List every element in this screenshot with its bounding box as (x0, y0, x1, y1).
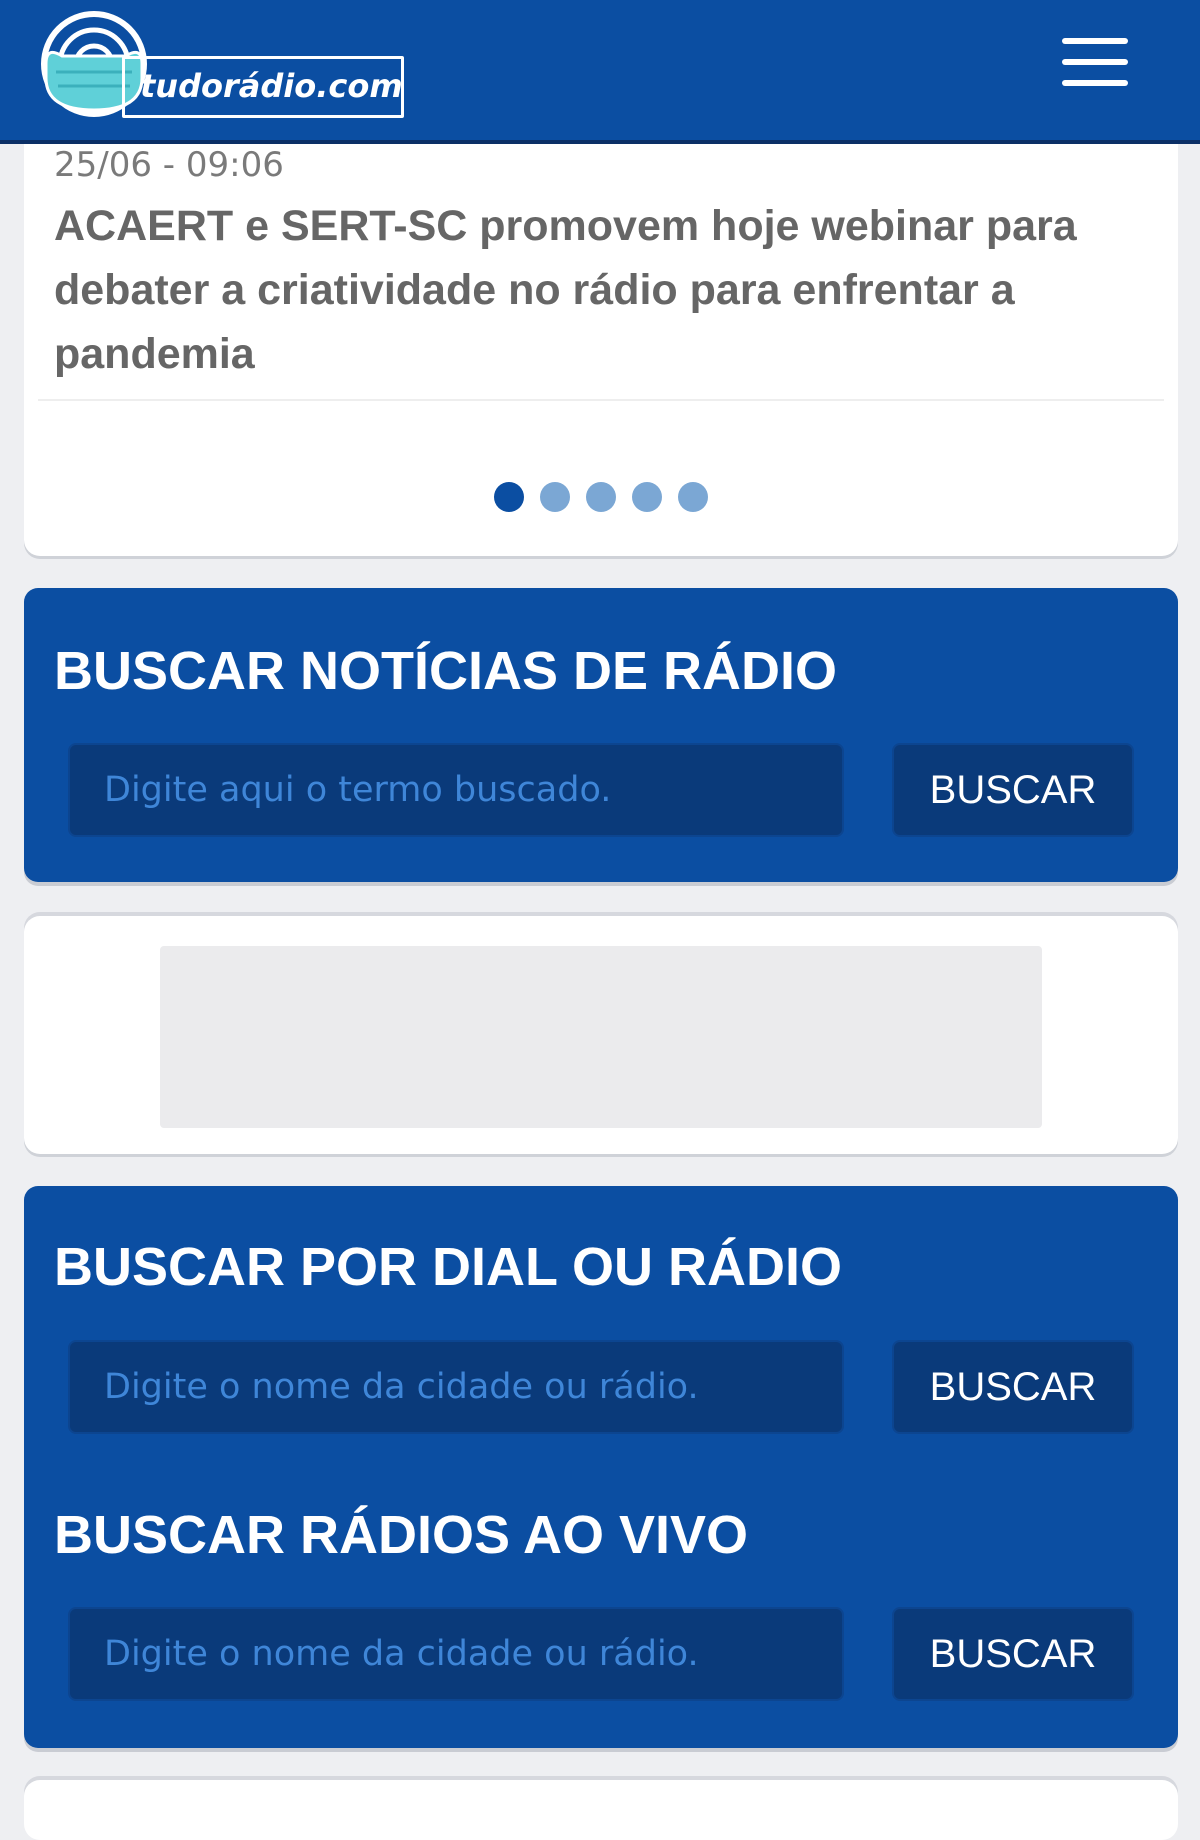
search-dial-button[interactable]: BUSCAR (892, 1340, 1134, 1434)
logo-text: tudorádio.com (140, 67, 403, 105)
news-date: 25/06 - 09:06 (54, 145, 284, 185)
hamburger-menu-icon[interactable] (1060, 34, 1132, 90)
carousel-pagination (24, 482, 1178, 518)
search-live-button[interactable]: BUSCAR (892, 1607, 1134, 1701)
news-carousel-card: 25/06 - 09:06 ACAERT e SERT-SC promovem … (24, 144, 1178, 556)
search-news-button[interactable]: BUSCAR (892, 743, 1134, 837)
search-live-input[interactable] (68, 1607, 844, 1701)
search-news-panel: BUSCAR NOTÍCIAS DE RÁDIO BUSCAR (24, 588, 1178, 882)
carousel-dot-5[interactable] (678, 482, 708, 512)
site-logo[interactable]: tudorádio.com (32, 6, 404, 122)
news-headline-link[interactable]: ACAERT e SERT-SC promovem hoje webinar p… (54, 194, 1144, 386)
search-news-title: BUSCAR NOTÍCIAS DE RÁDIO (54, 641, 838, 701)
search-dial-title: BUSCAR POR DIAL OU RÁDIO (54, 1237, 843, 1297)
carousel-dot-4[interactable] (632, 482, 662, 512)
ad-card (24, 916, 1178, 1154)
search-news-input[interactable] (68, 743, 844, 837)
site-header: tudorádio.com (0, 0, 1200, 144)
carousel-dot-2[interactable] (540, 482, 570, 512)
carousel-dot-3[interactable] (586, 482, 616, 512)
search-dial-input[interactable] (68, 1340, 844, 1434)
search-live-title: BUSCAR RÁDIOS AO VIVO (54, 1505, 749, 1565)
carousel-dot-1[interactable] (494, 482, 524, 512)
ad-placeholder (160, 946, 1042, 1128)
next-card (24, 1780, 1178, 1840)
divider (38, 399, 1164, 401)
search-radio-panel: BUSCAR POR DIAL OU RÁDIO BUSCAR BUSCAR R… (24, 1186, 1178, 1748)
